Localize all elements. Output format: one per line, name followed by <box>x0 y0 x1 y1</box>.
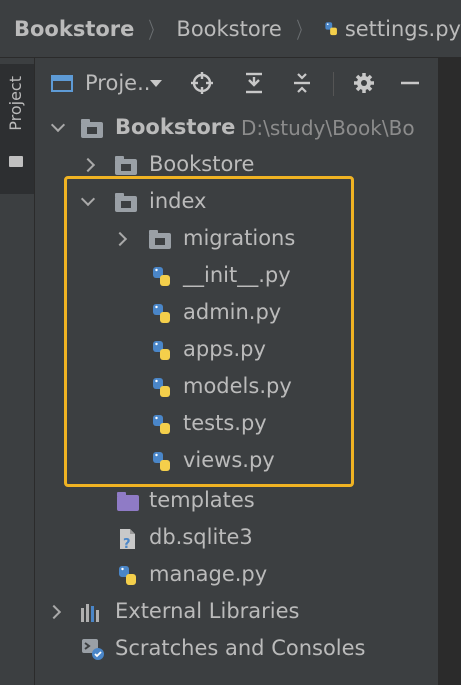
python-file-icon <box>325 21 337 35</box>
gear-icon[interactable] <box>349 68 379 98</box>
breadcrumb-project[interactable]: Bookstore <box>14 17 134 41</box>
tree-root-row[interactable]: Bookstore D:\study\Book\Bo <box>35 110 438 147</box>
tree-row-views-py[interactable]: views.py <box>35 443 438 480</box>
project-tool-tab-label: Project <box>6 76 25 131</box>
breadcrumb-separator-icon: 〉 <box>148 18 163 44</box>
tree-item-label: db.sqlite3 <box>149 525 253 549</box>
tree-row-external-libraries[interactable]: External Libraries <box>35 594 438 631</box>
folder-icon <box>149 230 171 249</box>
tree-row-db-sqlite3[interactable]: ? db.sqlite3 <box>35 520 438 557</box>
tree-row-migrations[interactable]: migrations <box>35 221 438 258</box>
project-tool-tab[interactable]: Project <box>0 64 34 194</box>
tree-row-bookstore[interactable]: Bookstore <box>35 147 438 184</box>
editor-area-edge <box>438 58 461 685</box>
breadcrumb-file[interactable]: settings.py <box>345 17 461 41</box>
view-selector[interactable]: Proje.. <box>85 68 150 98</box>
root-project-name: Bookstore <box>115 115 236 139</box>
tree-item-label: External Libraries <box>115 599 300 623</box>
tree-row-admin-py[interactable]: admin.py <box>35 295 438 332</box>
tree-item-label: __init__.py <box>183 263 291 287</box>
tree-row-scratches[interactable]: Scratches and Consoles <box>35 631 438 668</box>
python-file-icon <box>153 452 170 471</box>
python-file-icon <box>153 267 170 286</box>
tool-window-strip: Project <box>0 58 35 685</box>
dropdown-arrow-icon[interactable] <box>149 68 163 98</box>
tree-row-apps-py[interactable]: apps.py <box>35 332 438 369</box>
project-toolbar: Proje.. <box>35 58 461 111</box>
svg-text:?: ? <box>123 537 131 550</box>
unknown-file-icon: ? <box>120 529 135 550</box>
breadcrumb-separator-icon: 〉 <box>296 18 310 44</box>
tree-row-models-py[interactable]: models.py <box>35 369 438 406</box>
folder-icon <box>9 156 23 167</box>
expand-arrow-icon[interactable] <box>50 117 66 133</box>
python-file-icon <box>153 304 170 323</box>
python-file-icon <box>119 566 136 585</box>
python-file-icon <box>153 415 170 434</box>
tree-row-manage-py[interactable]: manage.py <box>35 557 438 594</box>
tree-item-label: Bookstore <box>149 152 255 176</box>
tree-item-label: models.py <box>183 374 292 398</box>
tree-item-label: Scratches and Consoles <box>115 636 366 660</box>
view-selector-label: Proje.. <box>85 71 151 95</box>
tree-item-label: templates <box>149 488 255 512</box>
root-project-path: D:\study\Book\Bo <box>241 116 415 140</box>
collapsed-arrow-icon[interactable] <box>46 604 62 620</box>
libraries-icon <box>81 604 103 622</box>
collapsed-arrow-icon[interactable] <box>80 157 96 173</box>
python-file-icon <box>153 341 170 360</box>
breadcrumb-folder[interactable]: Bookstore <box>176 17 281 41</box>
minimize-icon[interactable] <box>395 68 425 98</box>
tree-row-init-py[interactable]: __init__.py <box>35 258 438 295</box>
templates-folder-icon <box>117 492 139 511</box>
python-file-icon <box>153 378 170 397</box>
tree-row-templates[interactable]: templates <box>35 483 438 520</box>
tree-item-label: migrations <box>183 226 296 250</box>
expand-all-icon[interactable] <box>287 68 317 98</box>
folder-icon <box>115 193 137 212</box>
tree-row-index[interactable]: index <box>35 184 438 221</box>
collapsed-arrow-icon[interactable] <box>112 231 128 247</box>
tree-item-label: admin.py <box>183 300 282 324</box>
project-window-icon[interactable] <box>49 68 75 98</box>
folder-icon <box>81 119 103 138</box>
tree-item-label: manage.py <box>149 562 268 586</box>
tree-item-label: views.py <box>183 448 275 472</box>
scratches-icon <box>82 639 104 660</box>
tree-item-label: index <box>149 189 207 213</box>
tree-item-label: tests.py <box>183 411 267 435</box>
toolbar-divider <box>333 72 334 96</box>
tree-row-tests-py[interactable]: tests.py <box>35 406 438 443</box>
expand-arrow-icon[interactable] <box>80 191 96 207</box>
target-icon[interactable] <box>187 68 217 98</box>
folder-icon <box>115 156 137 175</box>
collapse-all-icon[interactable] <box>239 68 269 98</box>
project-tree: Bookstore D:\study\Book\Bo Bookstore ind… <box>35 110 438 685</box>
navigation-breadcrumb: Bookstore 〉 Bookstore 〉 settings.py <box>0 0 461 58</box>
tree-item-label: apps.py <box>183 337 266 361</box>
